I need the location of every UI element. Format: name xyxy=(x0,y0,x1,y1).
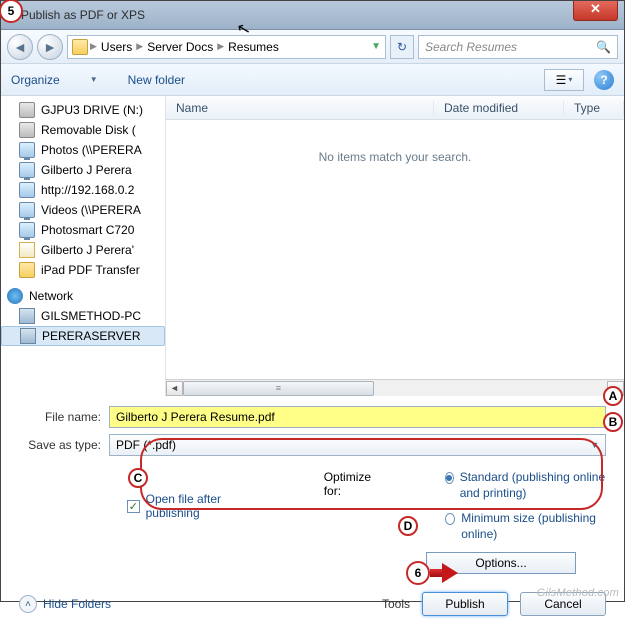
annotation-a: A xyxy=(603,386,623,406)
tree-item[interactable]: Removable Disk ( xyxy=(1,120,165,140)
annotation-b: B xyxy=(603,412,623,432)
dropdown-icon[interactable]: ▼ xyxy=(371,41,381,52)
address-bar[interactable]: ▶ Users ▶ Server Docs ▶ Resumes ▼ xyxy=(67,35,386,59)
computer-icon xyxy=(19,308,35,324)
drive-icon xyxy=(19,122,35,138)
breadcrumb-seg[interactable]: Server Docs xyxy=(145,40,215,54)
col-date[interactable]: Date modified xyxy=(434,101,564,115)
network-drive-icon xyxy=(19,202,35,218)
tree-group-network[interactable]: Network xyxy=(1,280,165,306)
breadcrumb-seg[interactable]: Resumes xyxy=(226,40,281,54)
tree-item[interactable]: Photosmart C720 xyxy=(1,220,165,240)
network-icon xyxy=(7,288,23,304)
scroll-left-icon[interactable]: ◄ xyxy=(166,381,183,396)
printer-icon xyxy=(19,222,35,238)
help-button[interactable]: ? xyxy=(594,70,614,90)
annotation-d: D xyxy=(398,516,418,536)
scroll-thumb[interactable]: ≡ xyxy=(183,381,374,396)
red-arrow-icon xyxy=(430,563,460,583)
filename-label: File name: xyxy=(19,410,109,424)
drive-icon xyxy=(19,102,35,118)
tree-item-selected[interactable]: PERERASERVER xyxy=(1,326,165,346)
annotation-6: 6 xyxy=(406,561,430,585)
form-area: File name: Save as type: PDF (*.pdf) ▼ ✓… xyxy=(1,396,624,582)
sidebar: GJPU3 DRIVE (N:) Removable Disk ( Photos… xyxy=(1,96,166,396)
col-type[interactable]: Type xyxy=(564,101,624,115)
back-button[interactable]: ◄ xyxy=(7,34,33,60)
hide-folders-button[interactable]: ˄ Hide Folders xyxy=(19,595,111,613)
network-error-icon xyxy=(19,182,35,198)
footer-row: ˄ Hide Folders Tools Publish Cancel xyxy=(1,582,624,626)
tree-item[interactable]: Gilberto J Perera' xyxy=(1,240,165,260)
network-drive-icon xyxy=(19,162,35,178)
forward-button[interactable]: ► xyxy=(37,34,63,60)
chevron-up-icon: ˄ xyxy=(19,595,37,613)
checkbox-checked-icon: ✓ xyxy=(127,500,140,513)
column-headers: Name Date modified Type xyxy=(166,96,624,120)
chevron-right-icon: ▶ xyxy=(136,41,143,52)
tools-menu[interactable]: Tools xyxy=(382,597,410,611)
new-folder-button[interactable]: New folder xyxy=(128,73,185,87)
tree-item[interactable]: GJPU3 DRIVE (N:) xyxy=(1,100,165,120)
tree-item[interactable]: Gilberto J Perera xyxy=(1,160,165,180)
organize-menu[interactable]: Organize xyxy=(11,73,60,87)
folder-icon xyxy=(72,39,88,55)
network-drive-icon xyxy=(19,142,35,158)
search-placeholder: Search Resumes xyxy=(425,40,517,54)
chevron-right-icon: ▶ xyxy=(217,41,224,52)
search-input[interactable]: Search Resumes 🔍 xyxy=(418,35,618,59)
empty-list-message: No items match your search. xyxy=(166,150,624,164)
annotation-c: C xyxy=(128,468,148,488)
folder-icon xyxy=(19,262,35,278)
tree-item[interactable]: Videos (\\PERERA xyxy=(1,200,165,220)
breadcrumb-seg[interactable]: Users xyxy=(99,40,134,54)
radio-unchecked-icon xyxy=(445,513,455,525)
titlebar: Publish as PDF or XPS ✕ xyxy=(1,1,624,30)
nav-row: ◄ ► ▶ Users ▶ Server Docs ▶ Resumes ▼ ↻ … xyxy=(1,30,624,64)
chevron-down-icon: ▼ xyxy=(590,440,599,450)
watermark: GilsMethod.com xyxy=(537,587,619,599)
tree-item[interactable]: http://192.168.0.2 xyxy=(1,180,165,200)
savetype-label: Save as type: xyxy=(19,438,109,452)
col-name[interactable]: Name xyxy=(166,101,434,115)
savetype-select[interactable]: PDF (*.pdf) ▼ xyxy=(109,434,606,456)
horizontal-scrollbar[interactable]: ◄ ≡ ► xyxy=(166,379,624,396)
open-after-checkbox[interactable]: ✓ Open file after publishing xyxy=(127,470,274,542)
file-list: Name Date modified Type No items match y… xyxy=(166,96,624,396)
computer-icon xyxy=(20,328,36,344)
close-button[interactable]: ✕ xyxy=(573,1,618,21)
document-icon xyxy=(19,242,35,258)
radio-minimum[interactable]: Minimum size (publishing online) xyxy=(445,511,606,542)
tree-item[interactable]: Photos (\\PERERA xyxy=(1,140,165,160)
search-icon: 🔍 xyxy=(596,40,611,54)
radio-standard[interactable]: Standard (publishing online and printing… xyxy=(445,470,606,501)
optimize-label: Optimize for: xyxy=(324,470,389,542)
chevron-right-icon: ▶ xyxy=(90,41,97,52)
publish-button[interactable]: Publish xyxy=(422,592,508,616)
tree-item[interactable]: iPad PDF Transfer xyxy=(1,260,165,280)
list-icon: ☰ xyxy=(556,73,567,87)
window-title: Publish as PDF or XPS xyxy=(21,8,145,22)
refresh-button[interactable]: ↻ xyxy=(390,35,414,59)
filename-input[interactable] xyxy=(109,406,606,428)
toolbar: Organize ▼ New folder ☰▾ ? xyxy=(1,64,624,96)
view-mode-button[interactable]: ☰▾ xyxy=(544,69,584,91)
tree-item[interactable]: GILSMETHOD-PC xyxy=(1,306,165,326)
radio-checked-icon xyxy=(445,472,454,484)
